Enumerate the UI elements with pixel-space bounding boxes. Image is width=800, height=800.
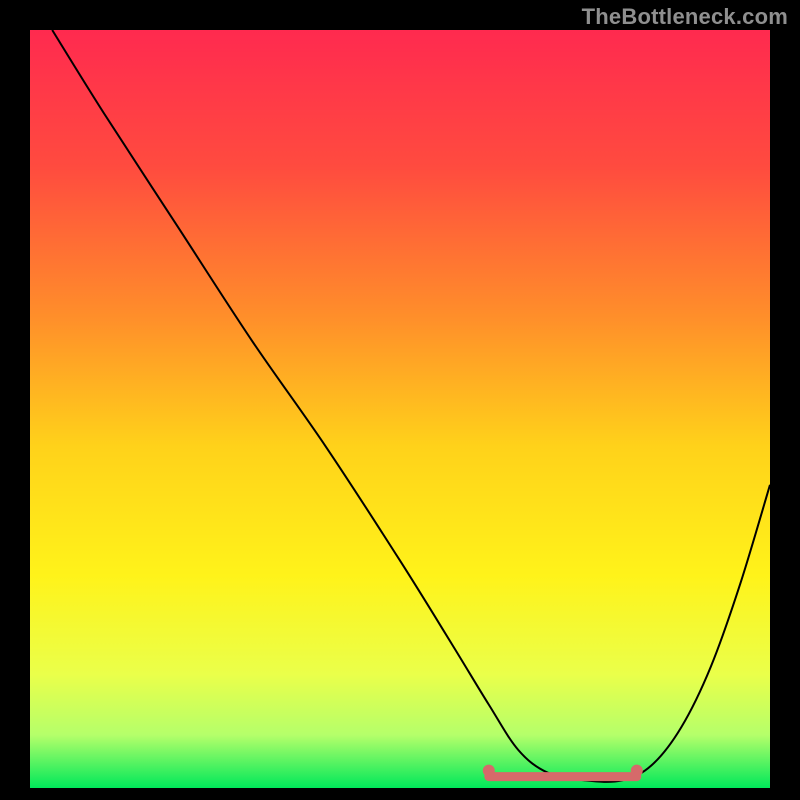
optimal-range-endcap (483, 765, 495, 777)
gradient-background (30, 30, 770, 788)
bottleneck-chart (0, 0, 800, 800)
attribution-text: TheBottleneck.com (582, 4, 788, 30)
optimal-range-endcap (631, 765, 643, 777)
chart-container: { "attribution": "TheBottleneck.com", "c… (0, 0, 800, 800)
